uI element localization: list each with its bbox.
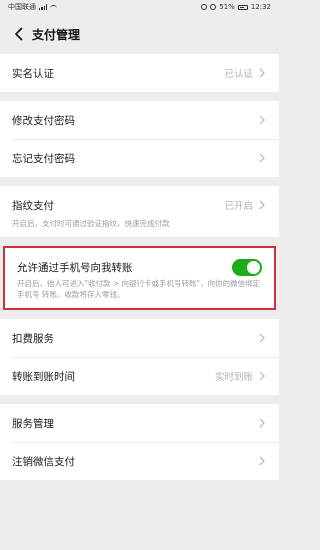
- chevron-right-icon: [257, 153, 267, 163]
- group-fingerprint: 指纹支付 已开启 开启后，支付时可通过验证指纹，快速完成付款: [0, 186, 279, 237]
- battery-percent: 51%: [219, 3, 235, 11]
- chevron-right-icon: [257, 200, 267, 210]
- real-name-label: 实名认证: [12, 67, 54, 80]
- forgot-password-row[interactable]: 忘记支付密码: [0, 139, 279, 177]
- deduction-label: 扣费服务: [12, 332, 54, 345]
- arrival-time-value: 实时到账: [214, 372, 253, 383]
- cancel-pay-label: 注销微信支付: [12, 455, 75, 468]
- chevron-right-icon: [257, 333, 267, 343]
- clock: 12:32: [250, 3, 271, 11]
- chevron-right-icon: [257, 418, 267, 428]
- group-deduction: 扣费服务 转账到账时间 实时到账: [0, 319, 279, 395]
- service-manage-label: 服务管理: [12, 417, 54, 430]
- fingerprint-row[interactable]: 指纹支付 已开启: [0, 186, 279, 224]
- phone-transfer-label: 允许通过手机号向我转账: [17, 261, 133, 274]
- signal-icon: [39, 4, 48, 10]
- alarm-icon: [210, 4, 217, 10]
- back-arrow-icon[interactable]: [8, 23, 30, 45]
- fingerprint-status: 已开启: [224, 201, 253, 212]
- real-name-status: 已认证: [224, 69, 253, 80]
- wifi-icon: [50, 4, 58, 10]
- chevron-right-icon: [257, 115, 267, 125]
- deduction-row[interactable]: 扣费服务: [0, 319, 279, 357]
- change-password-label: 修改支付密码: [12, 114, 75, 127]
- arrival-time-label: 转账到账时间: [12, 370, 75, 383]
- phone-transfer-highlight: 允许通过手机号向我转账 开启后，他人可进入"收付款 > 向银行卡或手机号转账"，…: [3, 246, 276, 310]
- group-service: 服务管理 注销微信支付: [0, 404, 279, 480]
- cancel-pay-row[interactable]: 注销微信支付: [0, 442, 279, 480]
- phone-transfer-row: 允许通过手机号向我转账: [5, 248, 274, 286]
- page-title: 支付管理: [32, 27, 81, 42]
- chevron-right-icon: [257, 456, 267, 466]
- carrier-text: 中国联通: [8, 3, 36, 11]
- battery-icon: [237, 4, 248, 10]
- service-manage-row[interactable]: 服务管理: [0, 404, 279, 442]
- nav-bar: 支付管理: [0, 14, 279, 54]
- change-password-row[interactable]: 修改支付密码: [0, 101, 279, 139]
- fingerprint-label: 指纹支付: [12, 199, 54, 212]
- chevron-right-icon: [257, 371, 267, 381]
- forgot-password-label: 忘记支付密码: [12, 152, 75, 165]
- real-name-row[interactable]: 实名认证 已认证: [0, 54, 279, 92]
- arrival-time-row[interactable]: 转账到账时间 实时到账: [0, 357, 279, 395]
- status-bar: 中国联通 51% 12:32: [0, 0, 279, 14]
- group-realname: 实名认证 已认证: [0, 54, 279, 92]
- chevron-right-icon: [257, 68, 267, 78]
- phone-transfer-toggle[interactable]: [232, 258, 262, 276]
- headset-icon: [201, 4, 208, 10]
- group-password: 修改支付密码 忘记支付密码: [0, 101, 279, 177]
